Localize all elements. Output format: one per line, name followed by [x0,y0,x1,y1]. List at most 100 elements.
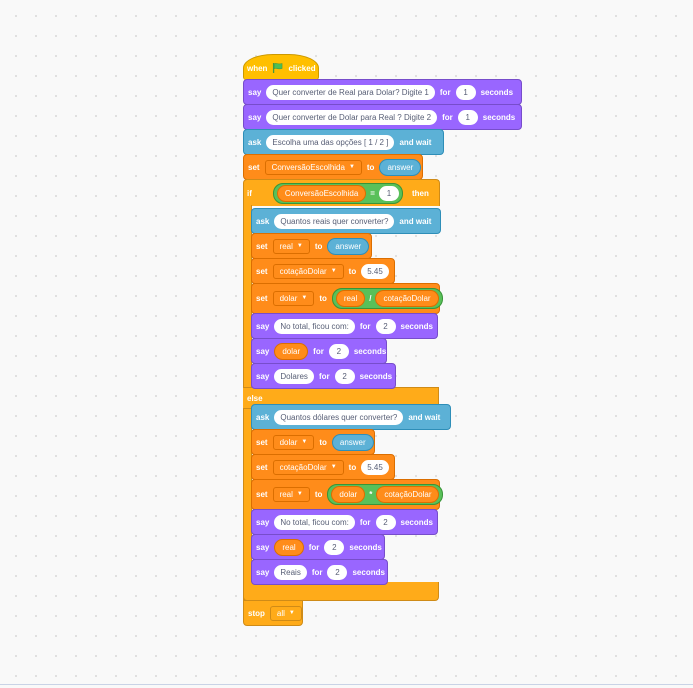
compare-value-input[interactable]: 1 [378,185,399,201]
chevron-down-icon: ▼ [301,438,308,445]
for-label: for [308,542,320,552]
message-input[interactable]: No total, ficou com: [274,318,355,334]
variable-dropdown[interactable]: dolar ▼ [272,290,315,306]
stop-option: all [276,608,285,618]
set-label: set [256,437,268,447]
chevron-down-icon: ▼ [348,163,355,170]
for-label: for [318,371,330,381]
workspace-bottom-border [0,684,693,685]
set-label: set [248,162,260,172]
seconds-input[interactable]: 1 [455,84,476,100]
seconds-input[interactable]: 1 [457,109,478,125]
divide-operator[interactable]: real / cotaçãoDolar [331,287,443,309]
then-label: then [411,188,429,198]
seconds-input[interactable]: 2 [328,343,349,359]
answer-reporter[interactable]: answer [331,433,374,451]
set-label: set [256,293,268,303]
variable-reporter[interactable]: cotaçãoDolar [375,289,439,307]
message-input[interactable]: Quer converter de Dolar para Real ? Digi… [266,109,438,125]
to-label: to [314,241,323,251]
green-flag-icon [273,63,283,73]
seconds-label: seconds [400,517,433,527]
variable-reporter[interactable]: ConversãoEscolhida [276,184,367,202]
seconds-input[interactable]: 2 [324,539,345,555]
seconds-input[interactable]: 2 [375,514,396,530]
question-input[interactable]: Escolha uma das opções [ 1 / 2 ] [266,134,395,150]
to-label: to [348,266,357,276]
multiply-operator[interactable]: dolar * cotaçãoDolar [327,483,444,505]
set-label: set [256,462,268,472]
divide-sign: / [369,293,372,303]
say-label: say [256,567,270,577]
chevron-down-icon: ▼ [296,490,303,497]
say-label: say [248,87,262,97]
set-label: set [256,241,268,251]
say-label: say [256,346,270,356]
message-input[interactable]: Dolares [274,368,314,384]
ask-label: ask [248,137,262,147]
say-label: say [256,371,270,381]
value-input[interactable]: 5.45 [361,263,389,279]
set-label: set [256,266,268,276]
chevron-down-icon: ▼ [330,463,337,470]
and-wait-label: and wait [408,412,441,422]
and-wait-label: and wait [399,216,432,226]
variable-name: ConversãoEscolhida [271,162,345,172]
say-label: say [256,517,270,527]
when-label: when [247,63,268,73]
and-wait-label: and wait [399,137,432,147]
else-label: else [247,393,263,403]
seconds-label: seconds [482,112,516,122]
variable-dropdown[interactable]: real ▼ [272,486,310,502]
seconds-input[interactable]: 2 [375,318,396,334]
variable-name: dolar [279,437,298,447]
to-label: to [319,437,327,447]
seconds-label: seconds [349,542,382,552]
seconds-label: seconds [352,567,385,577]
variable-dropdown[interactable]: ConversãoEscolhida ▼ [264,159,362,175]
for-label: for [442,112,453,122]
equals-sign: = [370,188,375,198]
chevron-down-icon: ▼ [330,267,337,274]
variable-reporter[interactable]: real [335,289,366,307]
variable-dropdown[interactable]: cotaçãoDolar ▼ [272,459,344,475]
if-label: if [247,188,252,198]
set-label: set [256,489,268,499]
question-input[interactable]: Quantos dólares quer converter? [274,409,404,425]
to-label: to [319,293,327,303]
equals-operator[interactable]: ConversãoEscolhida = 1 [272,182,403,204]
variable-dropdown[interactable]: dolar ▼ [272,434,315,450]
clicked-label: clicked [288,63,316,73]
value-input[interactable]: 5.45 [361,459,389,475]
variable-reporter[interactable]: real [274,538,304,556]
stop-option-dropdown[interactable]: all ▼ [269,605,302,621]
chevron-down-icon: ▼ [301,294,308,301]
multiply-sign: * [369,489,373,499]
variable-name: dolar [279,293,298,303]
variable-name: cotaçãoDolar [279,462,327,472]
message-input[interactable]: No total, ficou com: [274,514,355,530]
variable-reporter[interactable]: dolar [331,485,366,503]
to-label: to [314,489,323,499]
to-label: to [348,462,357,472]
for-label: for [439,87,451,97]
seconds-label: seconds [480,87,514,97]
chevron-down-icon: ▼ [296,242,303,249]
seconds-input[interactable]: 2 [327,564,348,580]
say-label: say [256,542,270,552]
variable-reporter[interactable]: cotaçãoDolar [376,485,440,503]
variable-dropdown[interactable]: cotaçãoDolar ▼ [272,263,344,279]
say-label: say [256,321,270,331]
variable-name: real [279,489,293,499]
answer-reporter[interactable]: answer [379,158,422,176]
variable-dropdown[interactable]: real ▼ [272,238,310,254]
answer-reporter[interactable]: answer [327,237,370,255]
message-input[interactable]: Quer converter de Real para Dolar? Digit… [266,84,435,100]
variable-reporter[interactable]: dolar [274,342,309,360]
ask-label: ask [256,216,270,226]
seconds-input[interactable]: 2 [334,368,355,384]
question-input[interactable]: Quantos reais quer converter? [274,213,395,229]
ask-label: ask [256,412,270,422]
for-label: for [359,517,371,527]
message-input[interactable]: Reais [274,564,307,580]
